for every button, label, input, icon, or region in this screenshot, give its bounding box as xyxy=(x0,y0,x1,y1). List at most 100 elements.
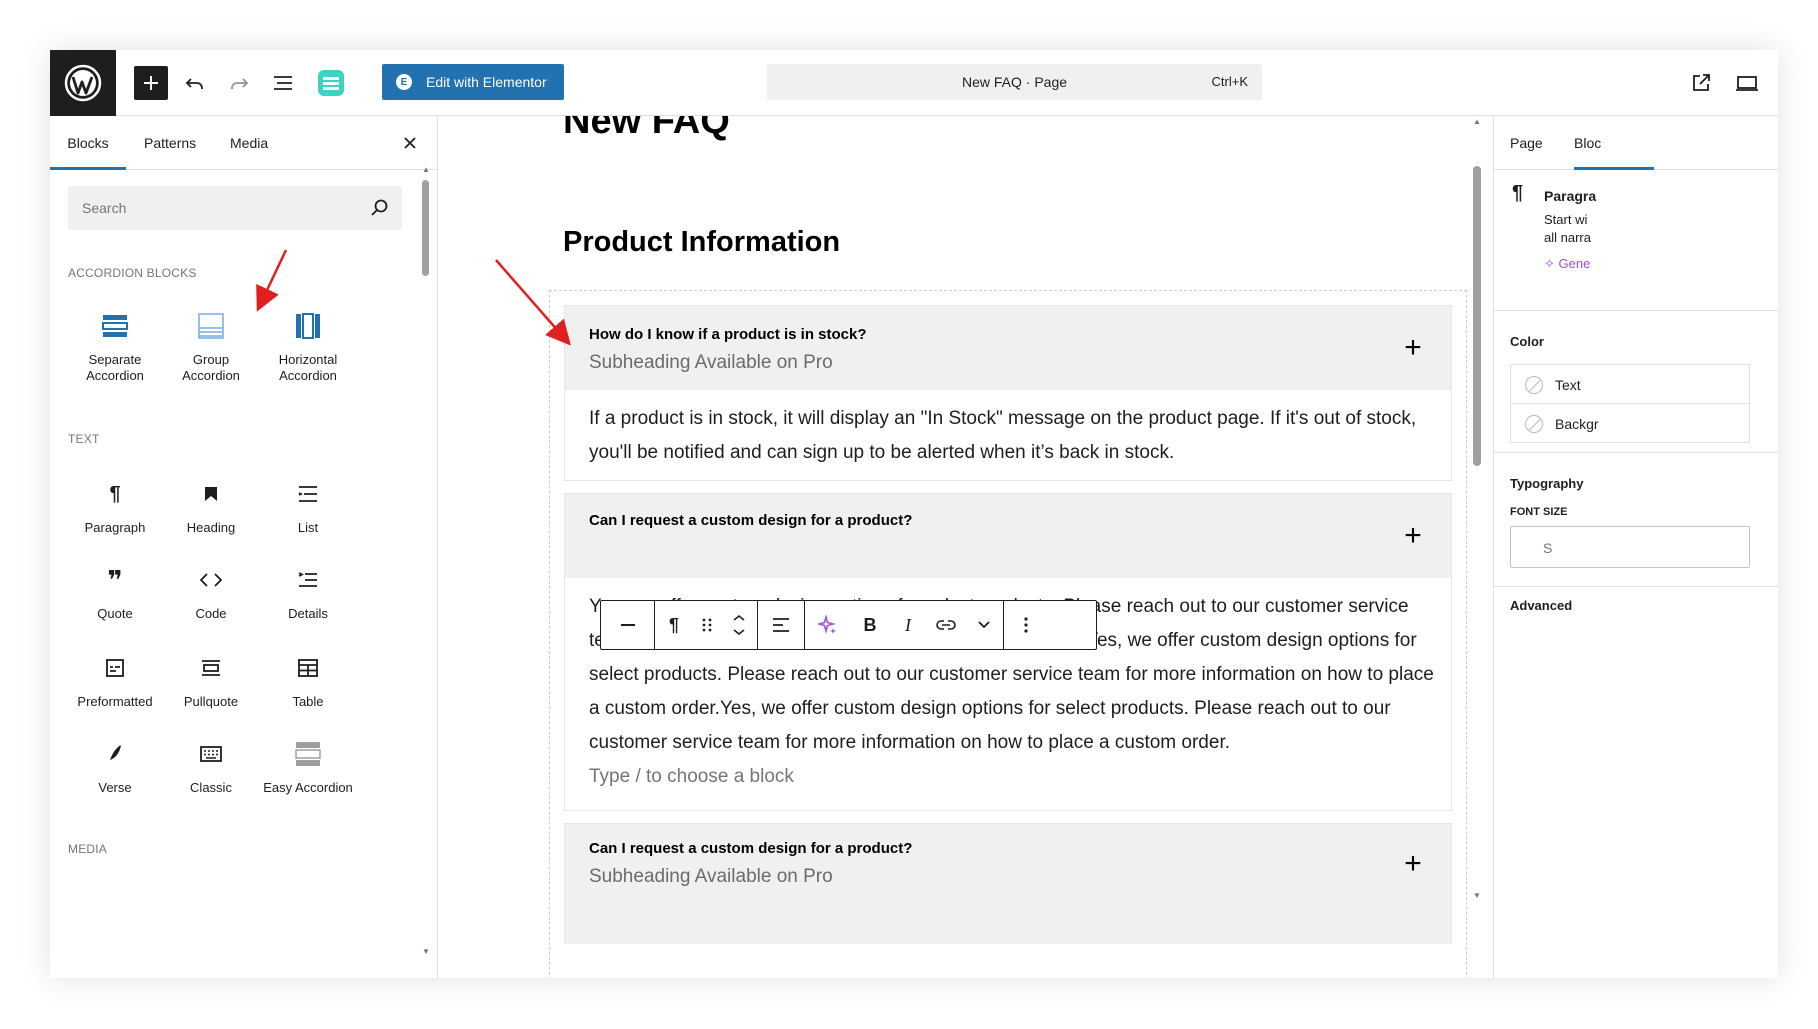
document-title: New FAQ · Page xyxy=(961,74,1068,90)
view-page-button[interactable] xyxy=(1684,66,1718,100)
canvas-scrollbar[interactable]: ▲ ▼ xyxy=(1470,116,1484,978)
paragraph-icon: ¶ xyxy=(109,482,121,505)
block-label: Quote xyxy=(97,606,133,621)
accordion-subheading[interactable]: Subheading Available on Pro xyxy=(589,352,833,374)
block-horizontal-accordion[interactable]: Horizontal Accordion xyxy=(253,308,363,398)
add-block-button[interactable] xyxy=(134,66,168,100)
preformatted-icon xyxy=(101,654,129,682)
accordion-item[interactable]: How do I know if a product is in stock? … xyxy=(564,305,1452,481)
align-button[interactable] xyxy=(758,601,804,649)
settings-sidebar: Page Bloc ¶ Paragra Start wi all narra ✧… xyxy=(1493,116,1778,978)
list-view-icon xyxy=(274,76,292,90)
collapse-button[interactable] xyxy=(609,601,647,649)
expand-plus-icon[interactable]: + xyxy=(1401,849,1425,879)
accordion-item[interactable]: Can I request a custom design for a prod… xyxy=(564,823,1452,944)
block-verse[interactable]: Verse xyxy=(60,736,170,826)
accordion-answer[interactable]: If a product is in stock, it will displa… xyxy=(589,402,1439,470)
color-section-title[interactable]: Color xyxy=(1510,334,1544,349)
color-text-label: Text xyxy=(1555,377,1581,393)
expand-plus-icon[interactable]: + xyxy=(1401,333,1425,363)
move-up-down-buttons[interactable] xyxy=(721,601,757,649)
tab-page[interactable]: Page xyxy=(1510,116,1543,170)
accordion-subheading[interactable]: Subheading Available on Pro xyxy=(589,866,833,888)
document-title-bar[interactable]: New FAQ · Page Ctrl+K xyxy=(767,64,1262,100)
block-pullquote[interactable]: Pullquote xyxy=(156,650,266,740)
advanced-section-title[interactable]: Advanced xyxy=(1510,598,1572,613)
list-icon xyxy=(294,480,322,508)
italic-button[interactable]: I xyxy=(889,601,927,649)
accordion-header[interactable]: Can I request a custom design for a prod… xyxy=(565,494,1451,578)
color-text-option[interactable]: Text xyxy=(1510,364,1750,404)
block-code[interactable]: Code xyxy=(156,562,266,652)
drag-handle[interactable] xyxy=(693,601,721,649)
code-icon xyxy=(197,566,225,594)
block-separate-accordion[interactable]: Separate Accordion xyxy=(60,308,170,398)
block-group-accordion[interactable]: Group Accordion xyxy=(156,308,266,398)
preview-button[interactable] xyxy=(1730,66,1764,100)
more-formatting-button[interactable] xyxy=(965,601,1003,649)
tab-patterns[interactable]: Patterns xyxy=(144,116,196,170)
block-label: Pullquote xyxy=(183,694,239,709)
bold-icon: B xyxy=(863,614,877,635)
plus-icon xyxy=(144,76,158,90)
block-appender-placeholder[interactable]: Type / to choose a block xyxy=(589,760,1439,794)
inserter-scrollbar-thumb[interactable] xyxy=(422,180,429,276)
tab-blocks[interactable]: Blocks xyxy=(50,116,126,170)
accordion-header[interactable]: How do I know if a product is in stock? … xyxy=(565,306,1451,390)
font-size-value: S xyxy=(1543,540,1553,556)
block-table[interactable]: Table xyxy=(253,650,363,740)
sparkle-icon xyxy=(818,615,837,635)
undo-button[interactable] xyxy=(178,66,212,100)
accordion-header[interactable]: Can I request a custom design for a prod… xyxy=(565,824,1451,944)
easy-accordion-icon xyxy=(318,70,344,96)
tab-block[interactable]: Bloc xyxy=(1574,116,1654,170)
block-easy-accordion[interactable]: Easy Accordion xyxy=(253,736,363,826)
accordion-question[interactable]: Can I request a custom design for a prod… xyxy=(589,840,912,857)
settings-tabs: Page Bloc xyxy=(1494,116,1778,170)
editor-window: E Edit with Elementor New FAQ · Page Ctr… xyxy=(50,50,1778,978)
font-size-select[interactable]: S xyxy=(1510,526,1750,568)
canvas-scrollbar-thumb[interactable] xyxy=(1473,166,1481,466)
minus-icon xyxy=(620,624,635,626)
inserter-scrollbar[interactable]: ▲ ▼ xyxy=(422,166,430,966)
accordion-item[interactable]: Can I request a custom design for a prod… xyxy=(564,493,1452,811)
block-label: Table xyxy=(292,694,324,709)
typography-section-title[interactable]: Typography xyxy=(1510,476,1583,491)
block-heading[interactable]: Heading xyxy=(156,476,266,566)
chevron-up-down-icon xyxy=(733,614,745,636)
accordion-question[interactable]: How do I know if a product is in stock? xyxy=(589,326,867,343)
search-icon xyxy=(371,199,388,216)
tab-media[interactable]: Media xyxy=(230,116,268,170)
accordion-question[interactable]: Can I request a custom design for a prod… xyxy=(589,512,912,529)
document-overview-button[interactable] xyxy=(266,66,300,100)
block-search-input[interactable] xyxy=(68,186,402,230)
close-inserter-button[interactable] xyxy=(398,131,422,155)
block-toolbar: ¶ B I xyxy=(600,600,1097,650)
block-quote[interactable]: ❞ Quote xyxy=(60,562,170,652)
section-heading[interactable]: Product Information xyxy=(563,226,840,259)
block-card-title: Paragra xyxy=(1544,188,1597,204)
page-title[interactable]: New FAQ xyxy=(563,116,730,143)
block-details[interactable]: Details xyxy=(253,562,363,652)
color-swatch xyxy=(1525,376,1543,394)
block-options-button[interactable] xyxy=(1004,601,1048,649)
color-background-option[interactable]: Backgr xyxy=(1510,403,1750,443)
expand-plus-icon[interactable]: + xyxy=(1401,521,1425,551)
block-type-button[interactable]: ¶ xyxy=(655,601,693,649)
redo-button[interactable] xyxy=(222,66,256,100)
color-swatch xyxy=(1525,415,1543,433)
block-list[interactable]: List xyxy=(253,476,363,566)
bold-button[interactable]: B xyxy=(851,601,889,649)
block-paragraph[interactable]: ¶ Paragraph xyxy=(60,476,170,566)
generate-link[interactable]: ✧ Gene xyxy=(1544,256,1590,272)
editor-canvas[interactable]: New FAQ Product Information How do I kno… xyxy=(439,116,1493,978)
block-classic[interactable]: Classic xyxy=(156,736,266,826)
wordpress-logo-icon[interactable] xyxy=(50,50,116,116)
easy-accordion-toolbar-button[interactable] xyxy=(314,66,348,100)
link-button[interactable] xyxy=(927,601,965,649)
block-label: Separate Accordion xyxy=(86,352,144,383)
block-preformatted[interactable]: Preformatted xyxy=(60,650,170,740)
ai-generate-button[interactable] xyxy=(805,601,851,649)
edit-with-elementor-button[interactable]: E Edit with Elementor xyxy=(382,64,564,100)
block-label: Preformatted xyxy=(77,694,153,709)
